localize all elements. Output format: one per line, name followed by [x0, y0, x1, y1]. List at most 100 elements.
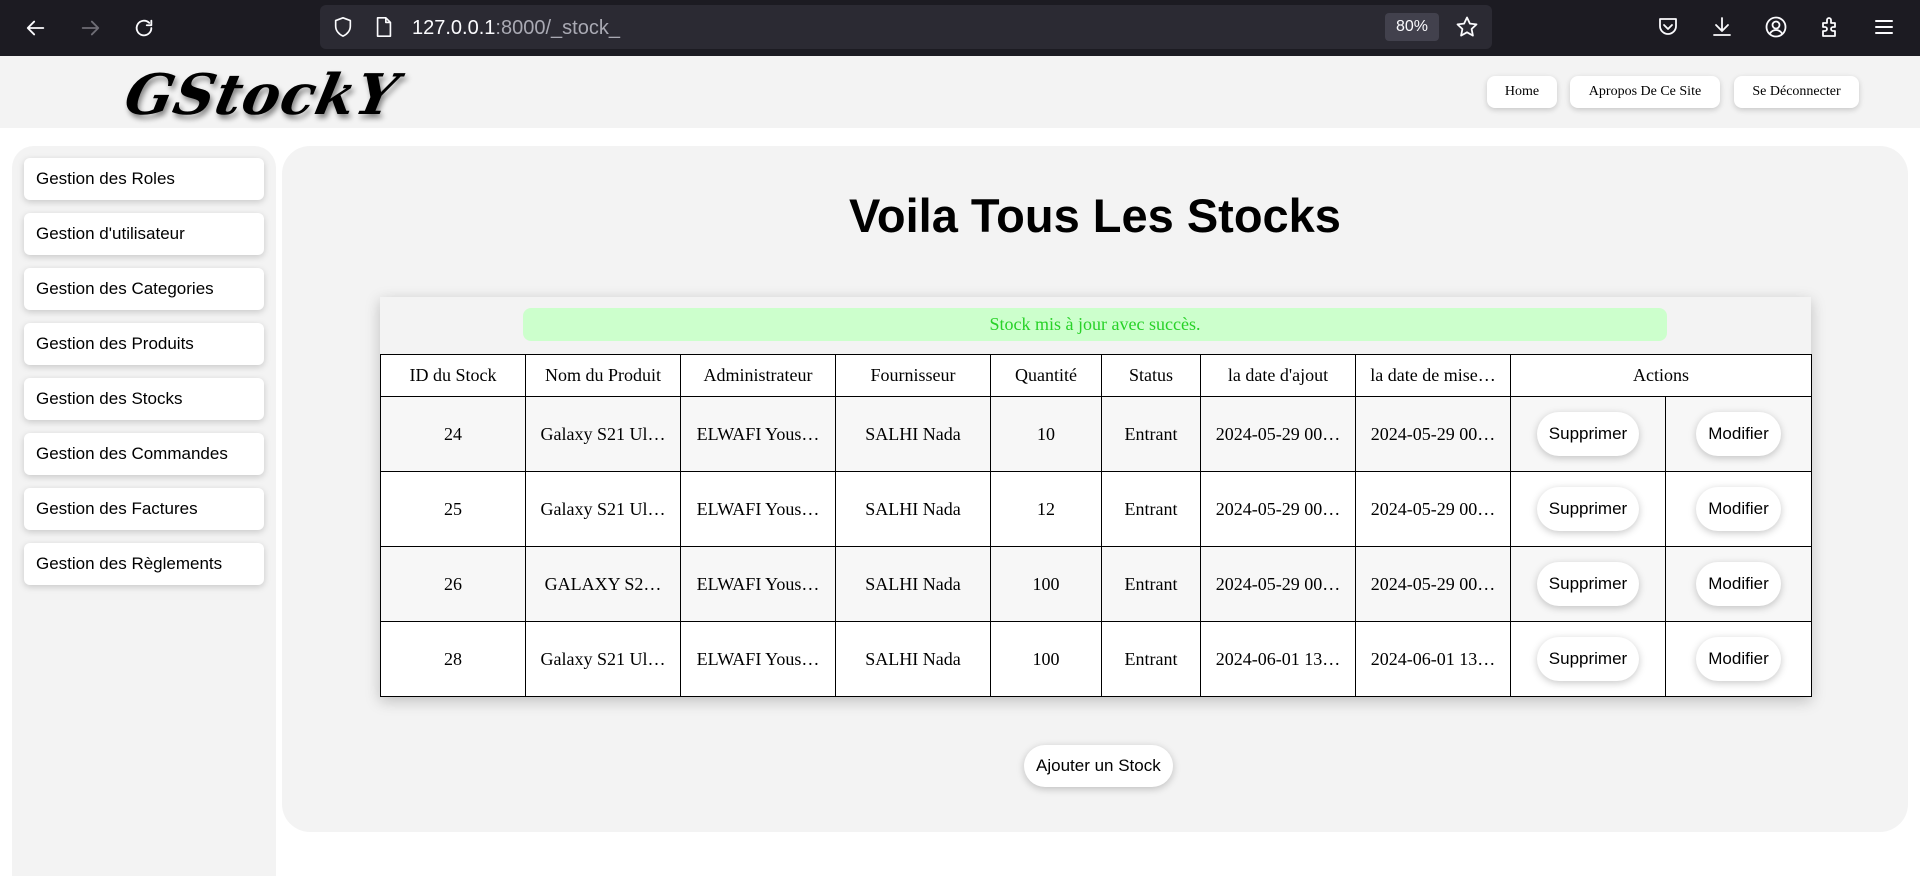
cell-quantity: 12 — [990, 471, 1102, 547]
cell-date-added: 2024-05-29 00… — [1200, 546, 1356, 622]
page-icon — [376, 17, 392, 37]
delete-button[interactable]: Supprimer — [1536, 562, 1640, 606]
shield-icon[interactable] — [332, 16, 354, 38]
site-header: GStockY Home Apropos De Ce Site Se Décon… — [0, 56, 1920, 128]
sidebar-item-roles[interactable]: Gestion des Roles — [24, 158, 264, 200]
column-header: ID du Stock — [380, 354, 526, 397]
cell-admin: ELWAFI Yous… — [680, 471, 836, 547]
nav-home-button[interactable]: Home — [1487, 76, 1557, 108]
sidebar-item-payments[interactable]: Gestion des Règlements — [24, 543, 264, 585]
table-header-row: ID du Stock Nom du Produit Administrateu… — [380, 354, 1812, 397]
edit-button[interactable]: Modifier — [1696, 637, 1781, 681]
reload-icon[interactable] — [126, 10, 162, 46]
cell-date-updated: 2024-05-29 00… — [1355, 471, 1511, 547]
forward-icon[interactable] — [72, 10, 108, 46]
cell-product: GALAXY S2… — [525, 546, 681, 622]
cell-date-added: 2024-05-29 00… — [1200, 396, 1356, 472]
sidebar-item-users[interactable]: Gestion d'utilisateur — [24, 213, 264, 255]
main-panel: Voila Tous Les Stocks Stock mis à jour a… — [282, 146, 1908, 832]
cell-date-updated: 2024-05-29 00… — [1355, 546, 1511, 622]
page-title: Voila Tous Les Stocks — [849, 189, 1341, 242]
cell-date-updated: 2024-06-01 13… — [1355, 621, 1511, 697]
stocks-table: ID du Stock Nom du Produit Administrateu… — [380, 354, 1812, 697]
column-header: Fournisseur — [835, 354, 991, 397]
cell-supplier: SALHI Nada — [835, 621, 991, 697]
menu-icon[interactable] — [1870, 13, 1898, 41]
sidebar: Gestion des Roles Gestion d'utilisateur … — [12, 146, 276, 876]
column-header: Administrateur — [680, 354, 836, 397]
cell-supplier: SALHI Nada — [835, 546, 991, 622]
cell-quantity: 10 — [990, 396, 1102, 472]
nav-about-button[interactable]: Apropos De Ce Site — [1570, 76, 1720, 108]
table-row: 25 Galaxy S21 Ul… ELWAFI Yous… SALHI Nad… — [380, 471, 1812, 547]
cell-id: 25 — [380, 471, 526, 547]
cell-supplier: SALHI Nada — [835, 471, 991, 547]
edit-button[interactable]: Modifier — [1696, 412, 1781, 456]
table-row: 26 GALAXY S2… ELWAFI Yous… SALHI Nada 10… — [380, 546, 1812, 622]
cell-product: Galaxy S21 Ul… — [525, 471, 681, 547]
cell-delete: Supprimer — [1510, 546, 1666, 622]
sidebar-item-stocks[interactable]: Gestion des Stocks — [24, 378, 264, 420]
cell-delete: Supprimer — [1510, 471, 1666, 547]
sidebar-item-invoices[interactable]: Gestion des Factures — [24, 488, 264, 530]
pocket-icon[interactable] — [1654, 13, 1682, 41]
cell-id: 26 — [380, 546, 526, 622]
site-logo[interactable]: GStockY — [119, 62, 404, 128]
add-stock-button[interactable]: Ajouter un Stock — [1024, 745, 1173, 787]
cell-quantity: 100 — [990, 546, 1102, 622]
cell-status: Entrant — [1101, 471, 1201, 547]
url-text[interactable]: 127.0.0.1:8000/_stock_ — [412, 16, 620, 40]
cell-edit: Modifier — [1665, 546, 1812, 622]
sidebar-item-products[interactable]: Gestion des Produits — [24, 323, 264, 365]
cell-product: Galaxy S21 Ul… — [525, 621, 681, 697]
cell-status: Entrant — [1101, 396, 1201, 472]
star-icon[interactable] — [1455, 15, 1479, 39]
cell-id: 28 — [380, 621, 526, 697]
cell-date-updated: 2024-05-29 00… — [1355, 396, 1511, 472]
sidebar-item-orders[interactable]: Gestion des Commandes — [24, 433, 264, 475]
cell-date-added: 2024-05-29 00… — [1200, 471, 1356, 547]
table-row: 28 Galaxy S21 Ul… ELWAFI Yous… SALHI Nad… — [380, 621, 1812, 697]
cell-edit: Modifier — [1665, 396, 1812, 472]
column-header: la date d'ajout — [1200, 354, 1356, 397]
delete-button[interactable]: Supprimer — [1536, 412, 1640, 456]
cell-admin: ELWAFI Yous… — [680, 396, 836, 472]
cell-product: Galaxy S21 Ul… — [525, 396, 681, 472]
cell-delete: Supprimer — [1510, 621, 1666, 697]
back-icon[interactable] — [18, 10, 54, 46]
cell-status: Entrant — [1101, 621, 1201, 697]
cell-date-added: 2024-06-01 13… — [1200, 621, 1356, 697]
extensions-icon[interactable] — [1816, 13, 1844, 41]
nav-logout-button[interactable]: Se Déconnecter — [1734, 76, 1859, 108]
stocks-table-card: Stock mis à jour avec succès. ID du Stoc… — [380, 297, 1812, 697]
cell-admin: ELWAFI Yous… — [680, 546, 836, 622]
account-icon[interactable] — [1762, 13, 1790, 41]
success-alert: Stock mis à jour avec succès. — [523, 308, 1667, 341]
column-header: la date de mise… — [1355, 354, 1511, 397]
column-header: Nom du Produit — [525, 354, 681, 397]
cell-delete: Supprimer — [1510, 396, 1666, 472]
sidebar-item-categories[interactable]: Gestion des Categories — [24, 268, 264, 310]
edit-button[interactable]: Modifier — [1696, 487, 1781, 531]
column-header: Status — [1101, 354, 1201, 397]
zoom-level[interactable]: 80% — [1385, 13, 1439, 41]
table-row: 24 Galaxy S21 Ul… ELWAFI Yous… SALHI Nad… — [380, 396, 1812, 472]
browser-toolbar: 127.0.0.1:8000/_stock_ 80% — [0, 0, 1920, 56]
delete-button[interactable]: Supprimer — [1536, 637, 1640, 681]
cell-id: 24 — [380, 396, 526, 472]
edit-button[interactable]: Modifier — [1696, 562, 1781, 606]
download-icon[interactable] — [1708, 13, 1736, 41]
cell-status: Entrant — [1101, 546, 1201, 622]
cell-edit: Modifier — [1665, 621, 1812, 697]
cell-edit: Modifier — [1665, 471, 1812, 547]
delete-button[interactable]: Supprimer — [1536, 487, 1640, 531]
cell-quantity: 100 — [990, 621, 1102, 697]
url-host: 127.0.0.1 — [412, 17, 496, 39]
url-bar[interactable]: 127.0.0.1:8000/_stock_ 80% — [320, 5, 1492, 49]
cell-admin: ELWAFI Yous… — [680, 621, 836, 697]
column-header: Quantité — [990, 354, 1102, 397]
page: GStockY Home Apropos De Ce Site Se Décon… — [0, 56, 1920, 876]
cell-supplier: SALHI Nada — [835, 396, 991, 472]
column-header: Actions — [1510, 354, 1812, 397]
url-path: :8000/_stock_ — [495, 17, 620, 39]
